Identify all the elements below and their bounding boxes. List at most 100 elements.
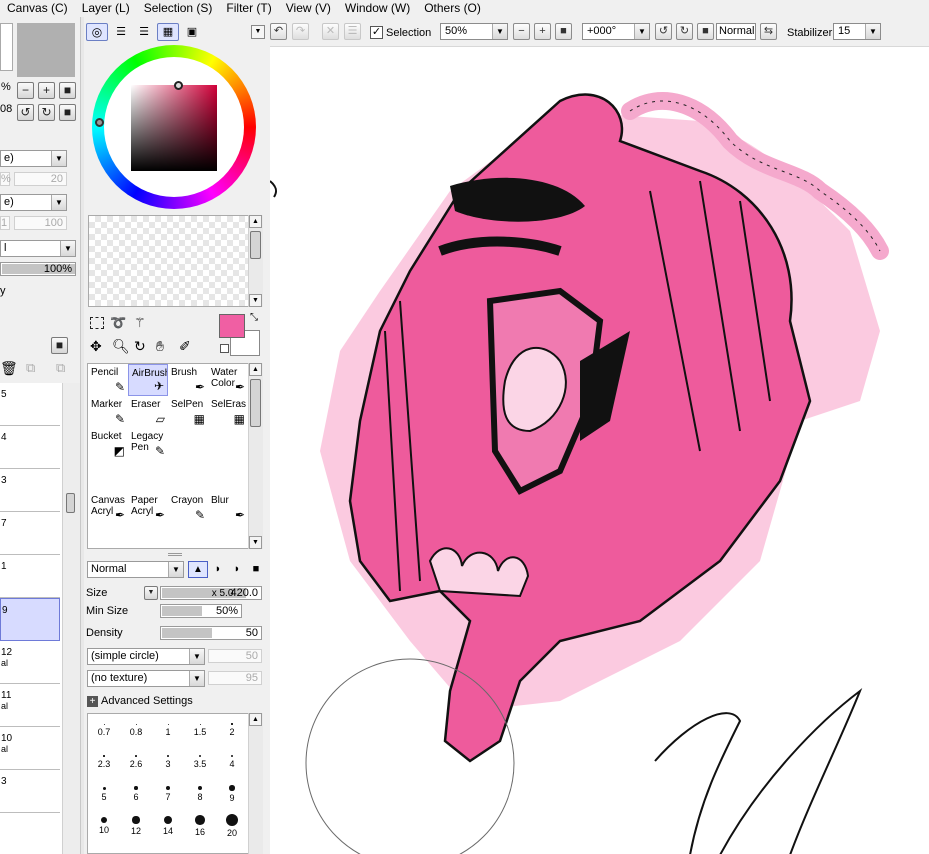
- hue-marker[interactable]: [95, 118, 104, 127]
- menu-view[interactable]: View (V): [279, 0, 338, 17]
- color-wheel[interactable]: [92, 45, 256, 209]
- layer-row[interactable]: 9: [0, 598, 60, 641]
- deselect-button[interactable]: ✕: [322, 23, 339, 40]
- scratchpad-mode-icon[interactable]: ▣: [182, 23, 202, 41]
- view-blend-dropdown[interactable]: Normal: [716, 23, 756, 40]
- canvas-zoom-out-button[interactable]: −: [513, 23, 530, 40]
- brush-texture-strength[interactable]: 95: [208, 671, 262, 685]
- tool-water-color[interactable]: Water Color ✒: [208, 364, 248, 396]
- brush-shape-sharp-button[interactable]: ▲: [188, 561, 208, 578]
- rotate-left-button[interactable]: ↺: [17, 104, 34, 121]
- swap-colors-icon[interactable]: ⤡: [250, 312, 258, 323]
- brush-shape-flat-button[interactable]: ◗: [228, 561, 246, 578]
- rect-select-icon[interactable]: [90, 317, 104, 329]
- size-preset[interactable]: 0.8: [120, 714, 152, 746]
- tool-crayon[interactable]: Crayon ✎: [168, 492, 208, 524]
- canvas-rotate-right-button[interactable]: ↻: [676, 23, 693, 40]
- tool-airbrush[interactable]: AirBrush ✈: [128, 364, 168, 396]
- copy-layer-icon[interactable]: ⧉: [26, 360, 35, 376]
- layer-row[interactable]: 10 al: [0, 727, 60, 770]
- tool-eraser[interactable]: Eraser ▱: [128, 396, 168, 428]
- size-preset[interactable]: 1: [152, 714, 184, 746]
- size-preset[interactable]: 14: [152, 810, 184, 842]
- default-colors-icon[interactable]: [220, 344, 229, 353]
- hsv-slider-mode-icon[interactable]: ☰: [134, 23, 154, 41]
- zoom-icon[interactable]: 🔍︎: [112, 338, 130, 355]
- tool-canvas-acryl[interactable]: Canvas Acryl ✒: [88, 492, 128, 524]
- menu-selection[interactable]: Selection (S): [137, 0, 220, 17]
- menu-canvas[interactable]: Canvas (C): [0, 0, 75, 17]
- tool-grid-scroll-thumb[interactable]: [250, 379, 261, 427]
- tool-seleras[interactable]: SelEras ▦: [208, 396, 248, 428]
- tool-marker[interactable]: Marker ✎: [88, 396, 128, 428]
- size-preset[interactable]: 12: [120, 810, 152, 842]
- move-icon[interactable]: ✥: [90, 338, 102, 355]
- min-size-slider[interactable]: 50%: [160, 604, 242, 618]
- size-presets-scrollbar[interactable]: ▲: [248, 713, 263, 854]
- scroll-up-icon[interactable]: ▲: [249, 363, 262, 376]
- scratchpad[interactable]: [88, 215, 249, 307]
- density-slider[interactable]: 50: [160, 626, 262, 640]
- swatches-mode-icon[interactable]: ▦: [157, 23, 179, 41]
- field-100[interactable]: 100: [14, 216, 67, 230]
- brush-shape-square-button[interactable]: ■: [247, 561, 265, 578]
- brush-shape-dropdown[interactable]: (simple circle) ▼: [87, 648, 205, 665]
- rotate-reset-button[interactable]: ■: [59, 104, 76, 121]
- eyedropper-icon[interactable]: ✐: [179, 338, 191, 355]
- canvas-rotate-reset-button[interactable]: ■: [697, 23, 714, 40]
- layer-row[interactable]: 3: [0, 469, 60, 512]
- tool-paper-acryl[interactable]: Paper Acryl ✒: [128, 492, 168, 524]
- size-preset[interactable]: 5: [88, 778, 120, 810]
- blend-dropdown-b[interactable]: e) ▼: [0, 194, 67, 211]
- size-preset[interactable]: 10: [88, 810, 120, 842]
- hand-icon[interactable]: ✋︎: [156, 338, 164, 355]
- field-one[interactable]: 1: [0, 216, 10, 230]
- layer-row[interactable]: 3: [0, 770, 60, 813]
- size-preset[interactable]: 1.5: [184, 714, 216, 746]
- redo-button[interactable]: ↷: [292, 23, 309, 40]
- flip-view-button[interactable]: ⇆: [760, 23, 777, 40]
- canvas-zoom-reset-button[interactable]: ■: [555, 23, 572, 40]
- navigator-preview[interactable]: [0, 23, 13, 71]
- tool-legacy-pen[interactable]: Legacy Pen ✎: [128, 428, 168, 460]
- blend-dropdown-a[interactable]: e) ▼: [0, 150, 67, 167]
- undo-button[interactable]: ↶: [270, 23, 287, 40]
- tool-selpen[interactable]: SelPen ▦: [168, 396, 208, 428]
- magic-wand-icon[interactable]: ⚚: [134, 315, 146, 331]
- menu-window[interactable]: Window (W): [338, 0, 417, 17]
- size-preset[interactable]: 6: [120, 778, 152, 810]
- scroll-down-icon[interactable]: ▼: [249, 294, 262, 307]
- foreground-color-swatch[interactable]: [219, 314, 245, 338]
- scroll-up-icon[interactable]: ▲: [249, 215, 262, 228]
- menu-filter[interactable]: Filter (T): [219, 0, 278, 17]
- size-preset[interactable]: 0.7: [88, 714, 120, 746]
- scroll-up-icon[interactable]: ▲: [249, 713, 262, 726]
- size-multiplier-button[interactable]: ▼: [144, 586, 158, 600]
- rgb-slider-mode-icon[interactable]: ☰: [111, 23, 131, 41]
- size-preset[interactable]: 2.3: [88, 746, 120, 778]
- canvas-rotate-left-button[interactable]: ↺: [655, 23, 672, 40]
- brush-blend-dropdown[interactable]: Normal ▼: [87, 561, 184, 578]
- layer-opacity-slider[interactable]: 100%: [0, 262, 76, 276]
- menu-others[interactable]: Others (O): [417, 0, 488, 17]
- lasso-icon[interactable]: ➰: [110, 315, 126, 331]
- size-preset[interactable]: 9: [216, 778, 248, 810]
- size-preset[interactable]: 3.5: [184, 746, 216, 778]
- size-preset[interactable]: 4: [216, 746, 248, 778]
- advanced-settings-toggle[interactable]: + Advanced Settings: [87, 695, 193, 707]
- sv-marker[interactable]: [174, 81, 183, 90]
- selection-checkbox[interactable]: ✓: [370, 26, 383, 39]
- panel-collapse-button[interactable]: ▼: [251, 25, 265, 39]
- canvas-zoom-in-button[interactable]: +: [534, 23, 551, 40]
- size-preset[interactable]: 3: [152, 746, 184, 778]
- layer-row[interactable]: 11 al: [0, 684, 60, 727]
- layer-row[interactable]: 12 al: [0, 641, 60, 684]
- trash-icon[interactable]: 🗑: [0, 360, 18, 377]
- zoom-out-button[interactable]: −: [17, 82, 34, 99]
- zoom-reset-button[interactable]: ■: [59, 82, 76, 99]
- color-wheel-mode-icon[interactable]: ◎: [86, 23, 108, 41]
- size-preset[interactable]: 7: [152, 778, 184, 810]
- brush-shape-strength[interactable]: 50: [208, 649, 262, 663]
- tool-brush[interactable]: Brush ✒: [168, 364, 208, 396]
- field-20[interactable]: 20: [14, 172, 67, 186]
